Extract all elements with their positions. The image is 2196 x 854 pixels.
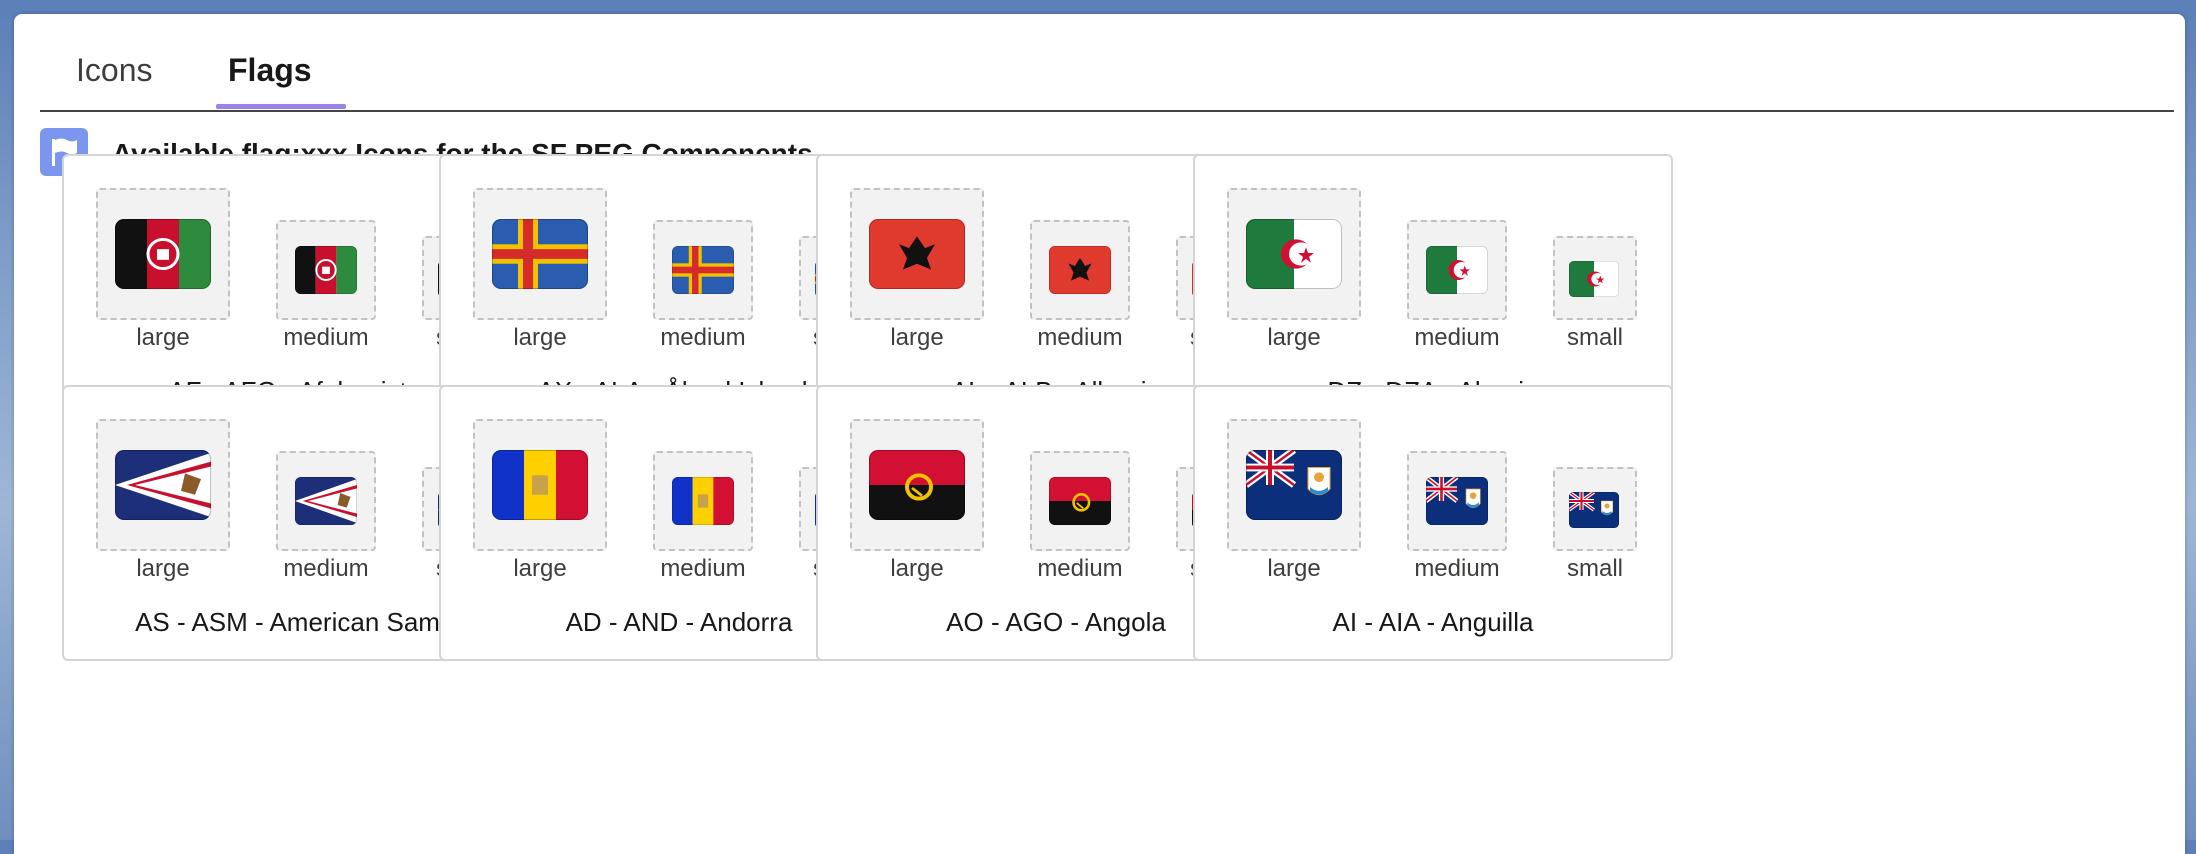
af-flag-medium-icon xyxy=(295,246,357,294)
tab-bar: Icons Flags xyxy=(40,14,2174,112)
size-label-small: small xyxy=(1566,324,1623,351)
flag-large-slot xyxy=(96,419,230,551)
ai-flag-small-icon xyxy=(1569,492,1619,528)
flags-panel: Icons Flags Available flag:xxx Icons for… xyxy=(14,14,2185,854)
ai-flag-medium-icon xyxy=(1426,477,1488,525)
tab-flags[interactable]: Flags xyxy=(228,52,312,89)
flag-medium-slot xyxy=(653,220,753,320)
size-label-medium: medium xyxy=(1414,555,1500,582)
size-label-medium: medium xyxy=(283,555,369,582)
size-label-medium: medium xyxy=(283,324,369,351)
flag-card-name: AI - AIA - Anguilla xyxy=(1332,607,1534,637)
size-label-large: large xyxy=(890,324,944,351)
flag-large-slot xyxy=(1227,188,1361,320)
al-flag-medium-icon xyxy=(1049,246,1111,294)
tab-icons[interactable]: Icons xyxy=(76,52,152,89)
flag-large-slot xyxy=(850,419,984,551)
ao-flag-medium-icon xyxy=(1049,477,1111,525)
as-flag-medium-icon xyxy=(295,477,357,525)
size-label-medium: medium xyxy=(1414,324,1500,351)
flag-medium-slot xyxy=(653,451,753,551)
flag-large-slot xyxy=(96,188,230,320)
al-flag-large-icon xyxy=(869,219,965,289)
size-label-small: small xyxy=(1566,555,1623,582)
flag-card: large medium small AI - AIA - Anguilla xyxy=(1193,385,1673,661)
ax-flag-large-icon xyxy=(492,219,588,289)
dz-flag-large-icon xyxy=(1246,219,1342,289)
as-flag-large-icon xyxy=(115,450,211,520)
size-label-large: large xyxy=(1267,324,1321,351)
dz-flag-medium-icon xyxy=(1426,246,1488,294)
flag-medium-slot xyxy=(276,220,376,320)
flag-medium-slot xyxy=(1030,451,1130,551)
ad-flag-medium-icon xyxy=(672,477,734,525)
flag-medium-slot xyxy=(276,451,376,551)
active-tab-indicator xyxy=(216,104,346,109)
size-label-large: large xyxy=(1267,555,1321,582)
flag-medium-slot xyxy=(1030,220,1130,320)
size-label-medium: medium xyxy=(660,324,746,351)
size-label-medium: medium xyxy=(1037,324,1123,351)
dz-flag-small-icon xyxy=(1569,261,1619,297)
size-label-medium: medium xyxy=(1037,555,1123,582)
flag-large-slot xyxy=(850,188,984,320)
flag-medium-slot xyxy=(1407,220,1507,320)
ao-flag-large-icon xyxy=(869,450,965,520)
flag-medium-slot xyxy=(1407,451,1507,551)
size-label-large: large xyxy=(136,324,190,351)
size-label-large: large xyxy=(890,555,944,582)
flag-large-slot xyxy=(473,419,607,551)
flag-large-slot xyxy=(1227,419,1361,551)
size-label-medium: medium xyxy=(660,555,746,582)
flag-small-slot xyxy=(1553,236,1637,320)
size-label-large: large xyxy=(513,555,567,582)
af-flag-large-icon xyxy=(115,219,211,289)
size-label-large: large xyxy=(136,555,190,582)
ai-flag-large-icon xyxy=(1246,450,1342,520)
ax-flag-medium-icon xyxy=(672,246,734,294)
size-label-large: large xyxy=(513,324,567,351)
flag-large-slot xyxy=(473,188,607,320)
flag-small-slot xyxy=(1553,467,1637,551)
ad-flag-large-icon xyxy=(492,450,588,520)
